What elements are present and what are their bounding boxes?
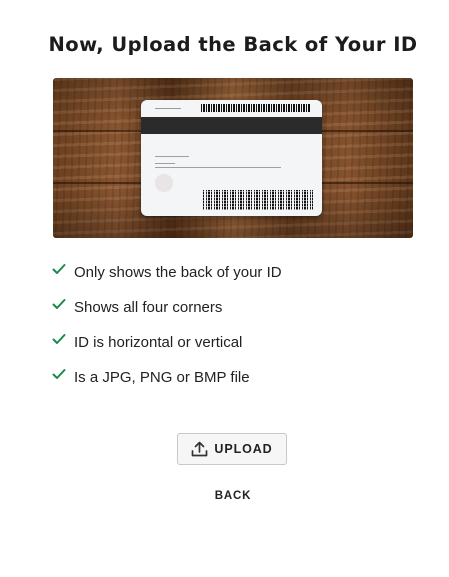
card-text-line [155,163,175,164]
checkmark-icon [52,333,74,353]
upload-button[interactable]: UPLOAD [177,433,287,465]
page-title: Now, Upload the Back of Your ID [48,33,418,56]
upload-icon [191,441,208,457]
checkmark-icon [52,368,74,388]
checklist-item: ID is horizontal or vertical [52,333,282,368]
checklist-item-label: Shows all four corners [74,299,223,316]
card-barcode [201,104,311,112]
back-button[interactable]: BACK [183,490,283,502]
magnetic-stripe [141,117,322,134]
checkmark-icon [52,263,74,283]
checklist-item: Shows all four corners [52,298,282,333]
requirements-checklist: Only shows the back of your ID Shows all… [52,263,282,403]
checklist-item-label: ID is horizontal or vertical [74,334,243,351]
card-2d-barcode [203,190,313,210]
checklist-item-label: Only shows the back of your ID [74,264,282,281]
card-text-line [155,108,181,109]
card-text-line [155,167,281,168]
card-seal [155,174,173,192]
id-card-back [141,100,322,216]
card-text-line [155,156,189,157]
checklist-item-label: Is a JPG, PNG or BMP file [74,369,250,386]
checklist-item: Only shows the back of your ID [52,263,282,298]
checkmark-icon [52,298,74,318]
id-back-example-image [53,78,413,238]
checklist-item: Is a JPG, PNG or BMP file [52,368,282,403]
upload-button-label: UPLOAD [214,442,273,456]
